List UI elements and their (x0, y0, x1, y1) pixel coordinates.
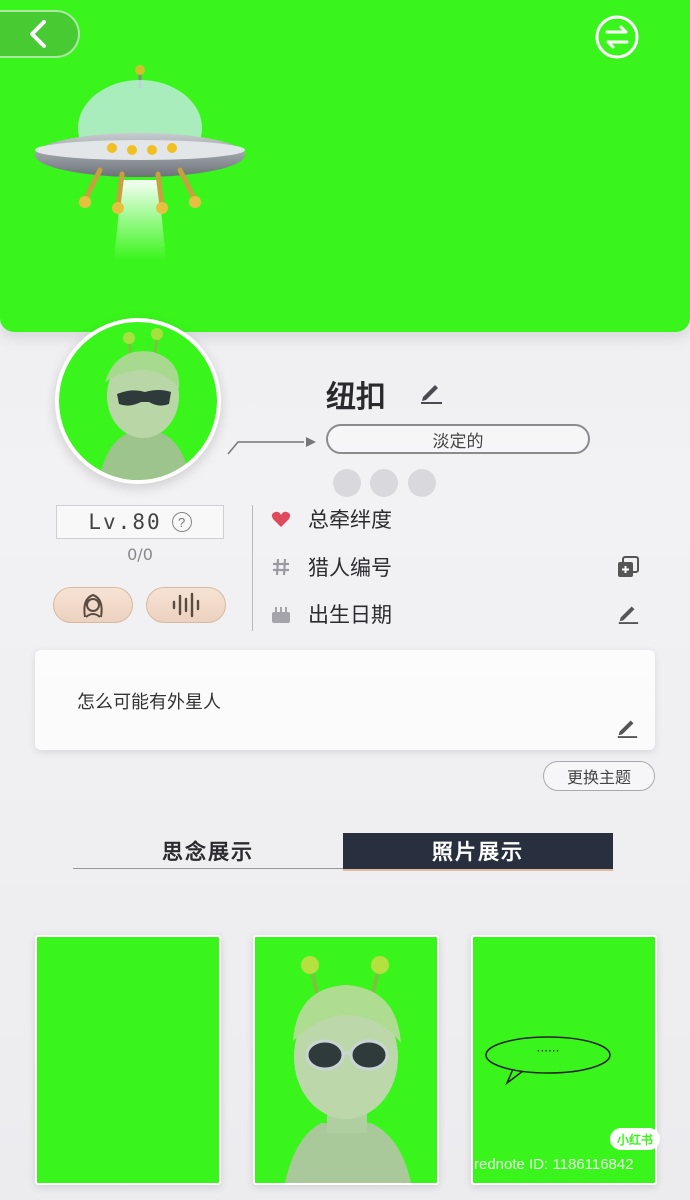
bond-label: 总牵绊度 (308, 508, 392, 532)
hunter-id-label: 猎人编号 (308, 556, 392, 580)
tab-photos[interactable]: 照片展示 (343, 833, 613, 869)
level-help-icon[interactable]: ? (171, 512, 192, 532)
photo-card-2[interactable] (253, 935, 439, 1185)
nickname: 纽扣 (326, 380, 386, 415)
badge-slot-3[interactable] (408, 469, 436, 497)
signature-text: 怎么可能有外星人 (77, 692, 221, 713)
signature-card[interactable]: 怎么可能有外星人 (35, 650, 655, 750)
avatar[interactable] (55, 318, 221, 484)
tab-memories[interactable]: 思念展示 (73, 833, 343, 869)
connector-line (227, 437, 316, 455)
bond-row: 总牵绊度 (270, 503, 392, 535)
avatar-image (59, 322, 217, 480)
xiaohongshu-badge: 小红书 (610, 1128, 660, 1150)
heart-icon (271, 511, 291, 527)
hunter-id-row: 猎人编号 (270, 551, 392, 583)
voice-wave-icon (172, 592, 200, 618)
active-tab-indicator (343, 869, 613, 871)
divider-vertical (252, 505, 253, 631)
change-theme-button[interactable]: 更换主题 (543, 761, 655, 791)
female-avatar-icon (83, 593, 103, 618)
watermark: rednote ID: 1186116842 (474, 1156, 634, 1173)
bubble-text: ······ (537, 1044, 560, 1058)
copy-icon[interactable] (616, 555, 640, 579)
mood-tag[interactable]: 淡定的 (326, 424, 590, 454)
avatar-style-button[interactable] (53, 587, 133, 623)
ufo-icon (35, 65, 245, 260)
signature-edit-pencil-icon[interactable] (615, 714, 639, 738)
badge-slot-1[interactable] (333, 469, 361, 497)
back-icon (30, 20, 46, 48)
pencil-icon[interactable] (418, 378, 444, 404)
profile-banner (0, 0, 690, 332)
character-portrait (285, 956, 411, 1183)
swap-icon[interactable] (594, 14, 640, 60)
badge-slot-2[interactable] (370, 469, 398, 497)
voice-button[interactable] (146, 587, 226, 623)
cake-icon (272, 607, 290, 623)
hash-icon (273, 558, 289, 576)
level-count: 0/0 (127, 545, 153, 564)
birthday-edit-pencil-icon[interactable] (616, 600, 640, 624)
photo-card-1[interactable] (35, 935, 221, 1185)
birthday-label: 出生日期 (308, 603, 392, 627)
level-box: Lv.80 ? (56, 505, 224, 539)
back-button[interactable] (0, 10, 80, 58)
level-text: Lv.80 (88, 510, 162, 534)
birthday-row: 出生日期 (270, 598, 392, 630)
